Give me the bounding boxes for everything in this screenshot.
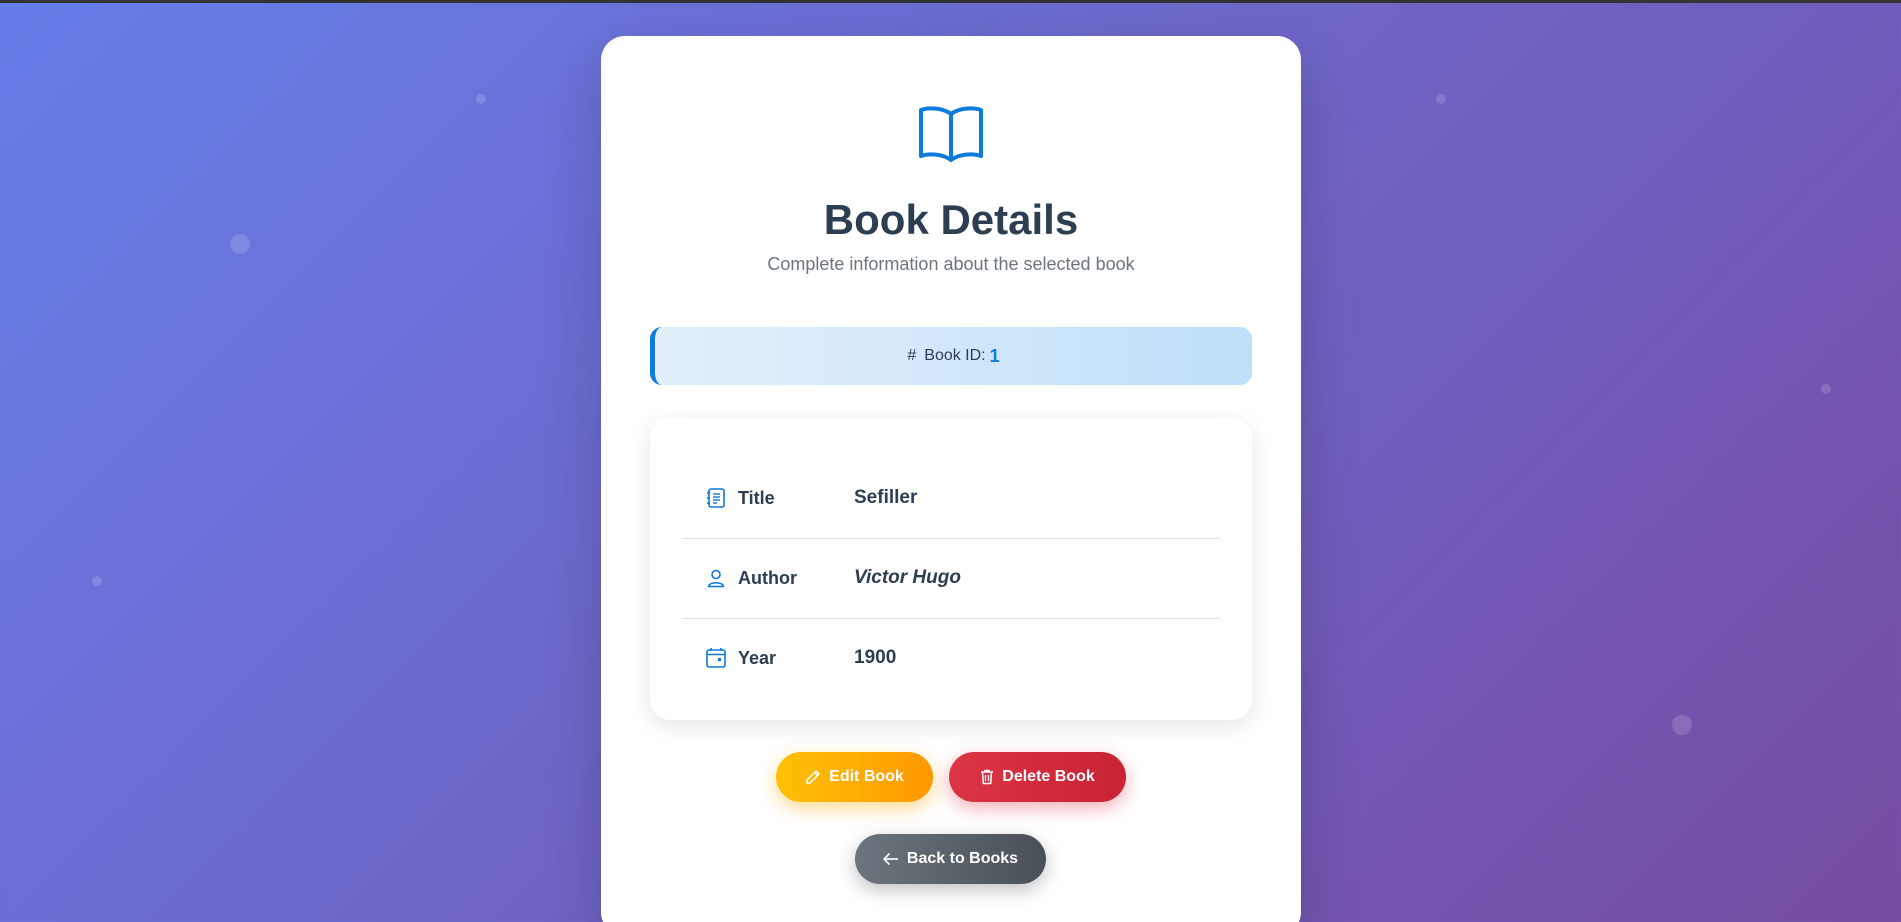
page-subtitle: Complete information about the selected … bbox=[767, 254, 1135, 274]
open-book-icon bbox=[917, 104, 985, 164]
detail-value-year: 1900 bbox=[854, 647, 897, 668]
delete-book-label: Delete Book bbox=[1002, 768, 1095, 785]
details-panel: Title Sefiller Author Victor Hugo Year 1… bbox=[650, 418, 1252, 720]
detail-value-title: Sefiller bbox=[854, 487, 918, 508]
person-icon bbox=[704, 566, 728, 590]
window-top-border bbox=[0, 0, 1901, 3]
detail-label: Author bbox=[738, 567, 797, 588]
decorative-dot bbox=[1672, 715, 1692, 735]
edit-book-button[interactable]: Edit Book bbox=[776, 752, 933, 802]
decorative-dot bbox=[92, 576, 102, 586]
detail-row-year: Year 1900 bbox=[682, 618, 1220, 698]
page-title: Book Details bbox=[823, 196, 1079, 243]
arrow-left-icon bbox=[883, 853, 898, 865]
journal-text-icon bbox=[704, 486, 728, 510]
decorative-dot bbox=[1821, 384, 1831, 394]
hash-icon: # bbox=[907, 347, 917, 364]
detail-row-author: Author Victor Hugo bbox=[682, 538, 1220, 619]
detail-label: Title bbox=[738, 487, 775, 508]
book-id-value: 1 bbox=[989, 345, 1000, 366]
back-to-books-label: Back to Books bbox=[906, 850, 1019, 867]
trash-icon bbox=[981, 769, 994, 785]
book-id-banner: # Book ID: 1 bbox=[650, 327, 1252, 385]
book-details-card: Book Details Complete information about … bbox=[601, 36, 1301, 922]
edit-book-label: Edit Book bbox=[829, 768, 904, 785]
book-id-label: Book ID: bbox=[924, 347, 986, 364]
calendar-icon bbox=[704, 646, 728, 670]
decorative-dot bbox=[476, 94, 486, 104]
decorative-dot bbox=[1436, 94, 1446, 104]
detail-label: Year bbox=[738, 647, 777, 668]
decorative-dot bbox=[230, 234, 250, 254]
pencil-icon bbox=[806, 770, 820, 784]
detail-value-author: Victor Hugo bbox=[854, 567, 961, 588]
back-to-books-button[interactable]: Back to Books bbox=[855, 834, 1046, 884]
detail-row-title: Title Sefiller bbox=[682, 458, 1220, 539]
delete-book-button[interactable]: Delete Book bbox=[949, 752, 1126, 802]
